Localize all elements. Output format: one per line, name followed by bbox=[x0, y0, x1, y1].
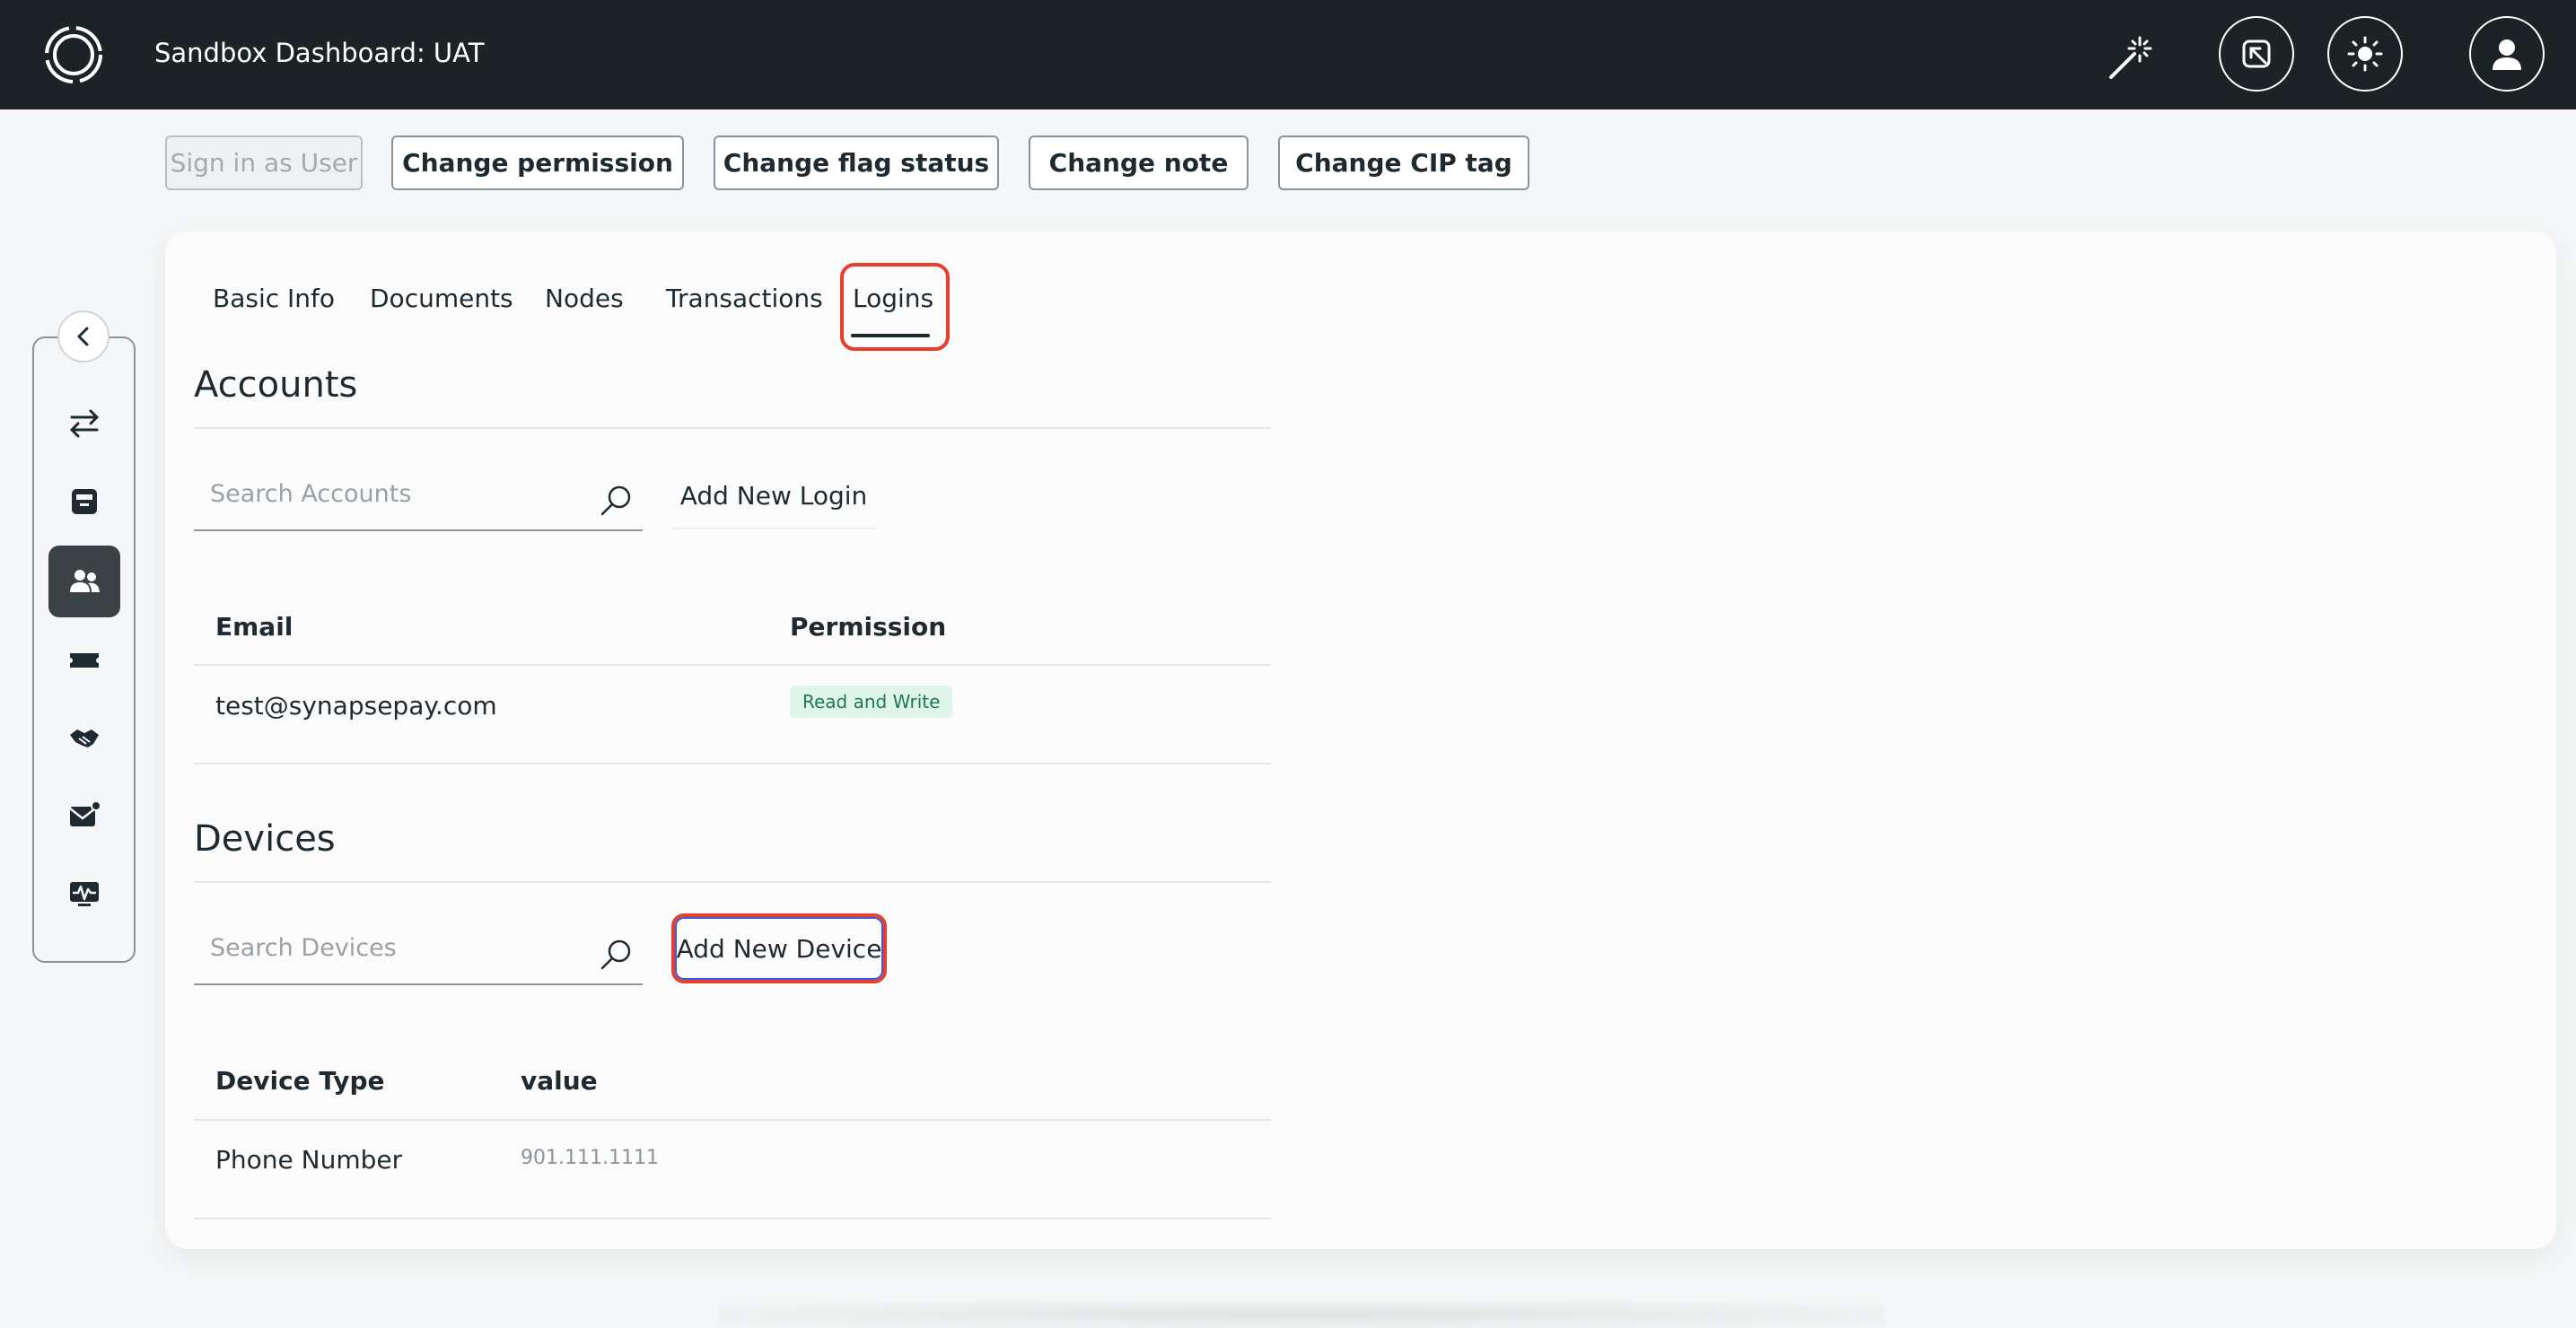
inbox-icon bbox=[72, 489, 97, 514]
accounts-search-input[interactable] bbox=[208, 479, 589, 509]
device-type: Phone Number bbox=[215, 1145, 403, 1175]
change-flag-status-button[interactable]: Change flag status bbox=[714, 135, 999, 190]
tab-logins[interactable]: Logins bbox=[853, 284, 933, 313]
devices-divider bbox=[194, 881, 1271, 883]
bottom-shadow bbox=[718, 1301, 1885, 1328]
logo-icon[interactable] bbox=[41, 22, 106, 87]
handshake-icon bbox=[70, 730, 99, 747]
active-tab-indicator bbox=[851, 334, 930, 337]
user-avatar-icon bbox=[2493, 39, 2521, 70]
sidebar-item-inbox[interactable] bbox=[48, 466, 120, 537]
devices-search bbox=[194, 917, 643, 985]
device-value: 901.111.1111 bbox=[521, 1147, 659, 1169]
sidebar-item-users[interactable] bbox=[48, 546, 120, 617]
chevron-left-icon bbox=[77, 327, 89, 346]
accounts-divider bbox=[194, 427, 1271, 429]
devices-row-divider bbox=[194, 1218, 1271, 1219]
devices-search-input[interactable] bbox=[208, 933, 589, 963]
change-cip-tag-button[interactable]: Change CIP tag bbox=[1278, 135, 1529, 190]
transfer-icon bbox=[70, 409, 99, 438]
tab-basic-info[interactable]: Basic Info bbox=[213, 284, 335, 313]
tab-nodes[interactable]: Nodes bbox=[545, 284, 624, 313]
accounts-header-divider bbox=[194, 664, 1271, 666]
mail-notification-icon bbox=[69, 800, 101, 826]
account-email: test@synapsepay.com bbox=[215, 691, 497, 721]
sidebar-item-tickets[interactable] bbox=[48, 625, 120, 696]
user-menu-button[interactable] bbox=[2469, 16, 2545, 92]
add-new-device-button[interactable]: Add New Device bbox=[675, 917, 883, 980]
top-bar: Sandbox Dashboard: UAT bbox=[0, 0, 2576, 109]
devices-column-value: value bbox=[521, 1066, 598, 1096]
users-icon bbox=[70, 570, 100, 592]
magic-wand-icon[interactable] bbox=[2104, 32, 2154, 83]
exit-icon bbox=[2242, 39, 2271, 68]
search-icon[interactable] bbox=[598, 937, 634, 973]
accounts-search bbox=[194, 463, 643, 531]
devices-header-divider bbox=[194, 1119, 1271, 1121]
theme-toggle-button[interactable] bbox=[2327, 16, 2403, 92]
change-permission-button[interactable]: Change permission bbox=[391, 135, 684, 190]
theme-sun-icon bbox=[2347, 36, 2383, 72]
exit-button[interactable] bbox=[2219, 16, 2294, 92]
accounts-column-permission: Permission bbox=[790, 612, 947, 642]
monitor-activity-icon bbox=[70, 882, 99, 906]
devices-column-type: Device Type bbox=[215, 1066, 385, 1096]
accounts-row-divider bbox=[194, 763, 1271, 764]
accounts-column-email: Email bbox=[215, 612, 294, 642]
devices-title: Devices bbox=[194, 818, 336, 860]
ticket-icon bbox=[70, 653, 99, 668]
sign-in-as-user-button[interactable]: Sign in as User bbox=[165, 135, 363, 190]
tab-documents[interactable]: Documents bbox=[370, 284, 513, 313]
main-card bbox=[165, 232, 2556, 1249]
sidebar-item-partners[interactable] bbox=[48, 703, 120, 774]
app-title: Sandbox Dashboard: UAT bbox=[154, 38, 485, 68]
sidebar-collapse-button[interactable] bbox=[57, 310, 110, 363]
accounts-title: Accounts bbox=[194, 364, 358, 406]
sidebar-item-monitoring[interactable] bbox=[48, 859, 120, 930]
permission-badge: Read and Write bbox=[790, 686, 953, 718]
tab-transactions[interactable]: Transactions bbox=[666, 284, 823, 313]
change-note-button[interactable]: Change note bbox=[1029, 135, 1249, 190]
sidebar-item-transfers[interactable] bbox=[48, 388, 120, 459]
sidebar-item-messages[interactable] bbox=[48, 780, 120, 852]
add-new-login-button[interactable]: Add New Login bbox=[671, 463, 876, 529]
search-icon[interactable] bbox=[598, 483, 634, 519]
